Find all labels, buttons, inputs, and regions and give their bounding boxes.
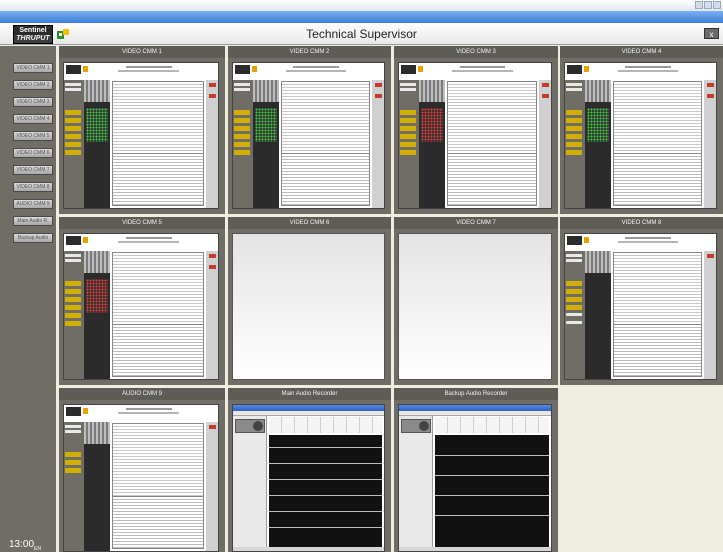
close-window-icon[interactable] (713, 1, 721, 9)
panel-backup-audio-recorder[interactable]: Backup Audio Recorder (394, 388, 558, 552)
panel-video-cmm-2[interactable]: VIDEO CMM 2 (228, 46, 391, 214)
app-header: Sentinel THRUPUT Technical Supervisor x (0, 23, 723, 45)
panel-main-audio-recorder[interactable]: Main Audio Recorder (228, 388, 391, 552)
panel-video-cmm-8[interactable]: VIDEO CMM 8 (560, 217, 723, 385)
empty-screen[interactable] (398, 233, 552, 380)
sidebar-item-video-cmm-3[interactable]: VIDEO CMM 3 (13, 97, 53, 107)
screen-thumbnail[interactable] (63, 233, 219, 380)
panel-video-cmm-7[interactable]: VIDEO CMM 7 (394, 217, 558, 385)
screen-thumbnail[interactable] (398, 404, 552, 552)
sidebar-item-main-audio[interactable]: Main Audio R. (13, 216, 53, 226)
panel-title: Backup Audio Recorder (394, 388, 558, 400)
sidebar-item-video-cmm-6[interactable]: VIDEO CMM 6 (13, 148, 53, 158)
sidebar-item-video-cmm-1[interactable]: VIDEO CMM 1 (13, 63, 53, 73)
close-button[interactable]: x (704, 28, 719, 39)
os-title-bar (0, 0, 723, 11)
screen-thumbnail[interactable] (564, 233, 717, 380)
sidebar-item-backup-audio[interactable]: Backup Audio (13, 233, 53, 243)
panel-title: VIDEO CMM 2 (228, 46, 391, 58)
panel-title: Main Audio Recorder (228, 388, 391, 400)
screen-thumbnail[interactable] (63, 62, 219, 209)
sidebar-item-video-cmm-7[interactable]: VIDEO CMM 7 (13, 165, 53, 175)
panel-title: AUDIO CMM 9 (59, 388, 225, 400)
screen-thumbnail[interactable] (564, 62, 717, 209)
window-title-stripe (0, 11, 723, 23)
panel-audio-cmm-9[interactable]: AUDIO CMM 9 (59, 388, 225, 552)
screen-thumbnail[interactable] (232, 404, 385, 552)
empty-screen[interactable] (232, 233, 385, 380)
panel-video-cmm-3[interactable]: VIDEO CMM 3 (394, 46, 558, 214)
panel-title: VIDEO CMM 6 (228, 217, 391, 229)
sidebar-item-video-cmm-5[interactable]: VIDEO CMM 5 (13, 131, 53, 141)
panel-video-cmm-1[interactable]: VIDEO CMM 1 (59, 46, 225, 214)
panel-video-cmm-4[interactable]: VIDEO CMM 4 (560, 46, 723, 214)
panel-title: VIDEO CMM 7 (394, 217, 558, 229)
clock-time: 13:00 (9, 539, 35, 550)
screen-thumbnail[interactable] (398, 62, 552, 209)
sidebar-item-video-cmm-2[interactable]: VIDEO CMM 2 (13, 80, 53, 90)
minimize-icon[interactable] (695, 1, 703, 9)
maximize-icon[interactable] (704, 1, 712, 9)
sidebar-item-audio-cmm-9[interactable]: AUDIO CMM 9 (13, 199, 53, 209)
sidebar-item-video-cmm-8[interactable]: VIDEO CMM 8 (13, 182, 53, 192)
page-title: Technical Supervisor (306, 27, 417, 41)
panel-title: VIDEO CMM 3 (394, 46, 558, 58)
sidebar-item-video-cmm-4[interactable]: VIDEO CMM 4 (13, 114, 53, 124)
panel-title: VIDEO CMM 4 (560, 46, 723, 58)
panel-title: VIDEO CMM 8 (560, 217, 723, 229)
clock: 13:00EN (9, 539, 41, 552)
technical-supervisor-window: Sentinel THRUPUT Technical Supervisor x … (0, 0, 723, 552)
screen-thumbnail[interactable] (63, 404, 219, 552)
clock-suffix: EN (34, 546, 41, 552)
panel-video-cmm-6[interactable]: VIDEO CMM 6 (228, 217, 391, 385)
panel-title: VIDEO CMM 1 (59, 46, 225, 58)
screen-thumbnail[interactable] (232, 62, 385, 209)
panel-video-cmm-5[interactable]: VIDEO CMM 5 (59, 217, 225, 385)
sidebar: VIDEO CMM 1 VIDEO CMM 2 VIDEO CMM 3 VIDE… (0, 46, 56, 552)
panel-title: VIDEO CMM 5 (59, 217, 225, 229)
